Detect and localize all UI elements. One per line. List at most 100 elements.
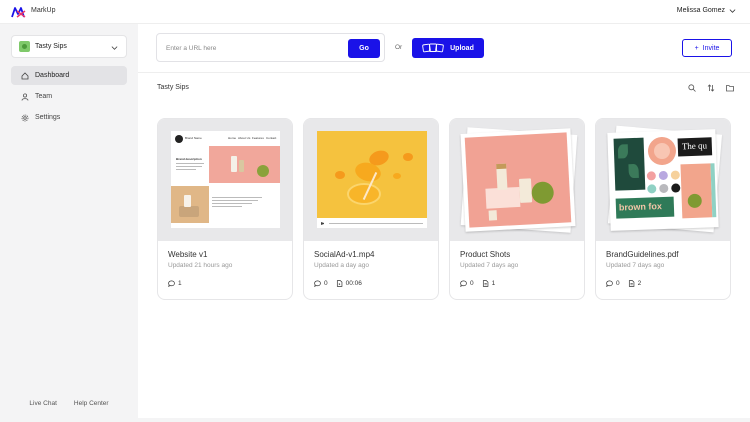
card-meta: 0 00:06 (314, 280, 362, 287)
card-title: Product Shots (460, 250, 511, 259)
website-nav-item: Features (252, 136, 264, 140)
website-nav-item: About Us (238, 136, 251, 140)
card-meta: 0 1 (460, 280, 495, 287)
website-nav-item: Contact (266, 136, 277, 140)
sidebar: Tasty Sips Dashboard Team Settings Live … (0, 24, 138, 422)
photo-preview (460, 128, 576, 232)
upload-label: Upload (450, 44, 474, 52)
project-tools (688, 84, 734, 92)
upload-button[interactable]: Upload (412, 38, 484, 58)
workspace-name: Tasty Sips (35, 43, 67, 50)
sidebar-item-label: Settings (35, 114, 61, 121)
card-meta: 1 (168, 280, 182, 287)
comment-count: 0 (460, 280, 474, 287)
video-duration: 00:06 (336, 280, 362, 287)
file-count: 2 (628, 280, 642, 287)
play-icon[interactable] (321, 222, 324, 225)
comment-count-value: 0 (324, 280, 328, 287)
video-file-icon (336, 280, 342, 287)
comment-count: 0 (314, 280, 328, 287)
asset-card[interactable]: The qu brown fox BrandGuidelines.pdf Upd… (595, 118, 731, 300)
invite-label: Invite (702, 44, 720, 52)
card-thumbnail (450, 119, 584, 241)
asset-card[interactable]: SocialAd-v1.mp4 Updated a day ago 0 00:0… (303, 118, 439, 300)
search-icon[interactable] (688, 84, 696, 92)
card-thumbnail: Brand Name Home About Us Features Contac… (158, 119, 292, 241)
sidebar-item-team[interactable]: Team (11, 87, 127, 106)
card-updated: Updated a day ago (314, 262, 369, 269)
url-bar: Go (156, 33, 385, 62)
sidebar-item-label: Team (35, 93, 53, 100)
live-chat-link[interactable]: Live Chat (29, 400, 56, 407)
project-title: Tasty Sips (157, 84, 189, 91)
workspace-avatar (19, 41, 30, 52)
comment-count-value: 1 (178, 280, 182, 287)
gear-icon (21, 114, 29, 121)
card-title: Website v1 (168, 250, 208, 259)
user-menu[interactable]: Melissa Gomez (677, 7, 736, 14)
folder-icon[interactable] (726, 84, 734, 92)
header-divider (138, 72, 750, 73)
document-preview: The qu brown fox (607, 129, 719, 231)
invite-button[interactable]: + Invite (682, 39, 732, 57)
upload-files-icon (422, 43, 444, 53)
comment-icon (314, 280, 321, 287)
card-title: SocialAd-v1.mp4 (314, 250, 375, 259)
markup-logo[interactable] (11, 6, 26, 18)
url-input[interactable] (166, 43, 336, 54)
chevron-down-icon (111, 46, 118, 50)
sidebar-item-dashboard[interactable]: Dashboard (11, 66, 127, 85)
workspace-switcher[interactable]: Tasty Sips (11, 35, 127, 58)
sidebar-footer: Live Chat Help Center (0, 400, 138, 407)
card-updated: Updated 7 days ago (606, 262, 665, 269)
website-preview: Brand Name Home About Us Features Contac… (171, 131, 280, 228)
card-meta: 0 2 (606, 280, 641, 287)
comment-count: 1 (168, 280, 182, 287)
sidebar-item-settings[interactable]: Settings (11, 108, 127, 127)
file-icon (482, 280, 488, 287)
chevron-down-icon (729, 9, 736, 13)
comment-count: 0 (606, 280, 620, 287)
card-thumbnail (304, 119, 438, 241)
file-count-value: 2 (637, 280, 642, 287)
asset-card[interactable]: Brand Name Home About Us Features Contac… (157, 118, 293, 300)
card-thumbnail: The qu brown fox (596, 119, 730, 241)
or-label: Or (395, 44, 403, 51)
comment-icon (606, 280, 613, 287)
top-bar: MarkUp Melissa Gomez (0, 0, 750, 24)
feature-image (171, 186, 209, 223)
asset-card[interactable]: Product Shots Updated 7 days ago 0 1 (449, 118, 585, 300)
bottom-strip (138, 418, 750, 422)
home-icon (21, 71, 29, 79)
hero-image (209, 146, 280, 183)
website-nav-item: Home (228, 136, 237, 140)
duration-value: 00:06 (345, 280, 362, 287)
user-name: Melissa Gomez (676, 7, 725, 14)
sidebar-item-label: Dashboard (35, 72, 70, 79)
sort-icon[interactable] (707, 84, 715, 92)
go-button[interactable]: Go (348, 39, 380, 58)
comment-count-value: 0 (616, 280, 620, 287)
help-center-link[interactable]: Help Center (74, 400, 109, 407)
brand-tagline: brown fox (618, 201, 663, 213)
file-icon (628, 280, 634, 287)
website-heading: Brand description (176, 157, 202, 161)
website-brand: Brand Name (185, 136, 202, 140)
card-updated: Updated 21 hours ago (168, 262, 233, 269)
file-count: 1 (482, 280, 496, 287)
app-name: MarkUp (31, 7, 56, 14)
brand-headline: The qu (681, 140, 708, 152)
video-frame (317, 131, 427, 218)
comment-count-value: 0 (470, 280, 474, 287)
person-icon (21, 92, 29, 101)
website-logo (175, 135, 183, 143)
comment-icon (460, 280, 467, 287)
card-updated: Updated 7 days ago (460, 262, 519, 269)
video-preview (317, 131, 427, 228)
video-scrubber[interactable] (329, 223, 423, 224)
comment-icon (168, 280, 175, 287)
card-title: BrandGuidelines.pdf (606, 250, 679, 259)
plus-icon: + (694, 44, 699, 52)
workspace-logo-icon (22, 44, 27, 49)
file-count-value: 1 (491, 280, 496, 287)
